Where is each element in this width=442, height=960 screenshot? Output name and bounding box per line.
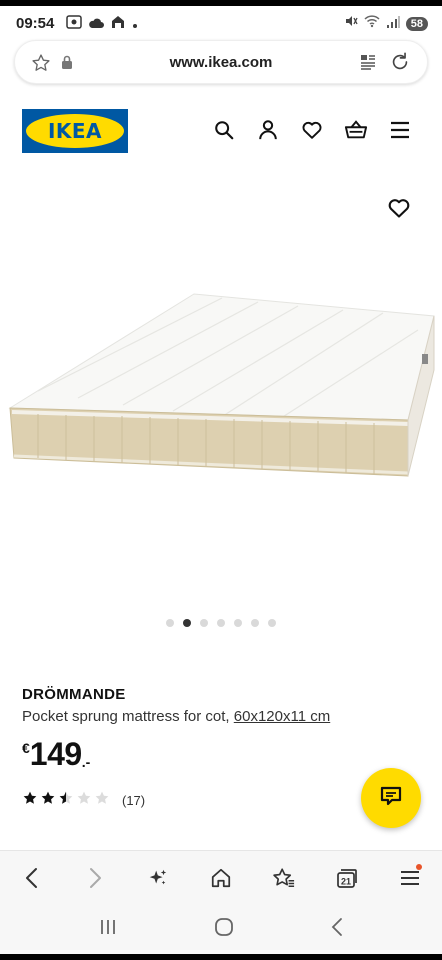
recent-apps-icon[interactable]: [98, 918, 118, 941]
forward-arrow-icon[interactable]: [79, 862, 111, 894]
carousel-dot[interactable]: [251, 619, 259, 627]
header-actions: [212, 118, 412, 142]
sparkle-assistant-icon[interactable]: [142, 862, 174, 894]
favourites-heart-icon[interactable]: [300, 118, 324, 142]
home-app-icon: [110, 15, 126, 34]
star-empty-icon: [76, 790, 92, 811]
carousel-dot[interactable]: [166, 619, 174, 627]
back-arrow-icon[interactable]: [16, 862, 48, 894]
tabs-icon[interactable]: 21: [331, 862, 363, 894]
browser-menu-icon[interactable]: [394, 862, 426, 894]
review-count[interactable]: (17): [122, 793, 145, 808]
menu-hamburger-icon[interactable]: [388, 118, 412, 142]
address-bar[interactable]: www.ikea.com: [14, 40, 428, 84]
shopping-basket-icon[interactable]: [344, 118, 368, 142]
product-rating[interactable]: (17): [22, 790, 145, 811]
tab-count: 21: [341, 876, 351, 886]
star-empty-icon: [94, 790, 110, 811]
star-full-icon: [40, 790, 56, 811]
price-suffix: .-: [81, 754, 91, 770]
status-time: 09:54: [16, 15, 55, 32]
battery-indicator: 58: [405, 16, 428, 31]
chat-button[interactable]: [361, 768, 421, 828]
product-description: Pocket sprung mattress for cot, 60x120x1…: [22, 708, 330, 725]
product-price: € 149 .-: [22, 736, 90, 773]
logo-text: IKEA: [47, 119, 103, 143]
reload-icon[interactable]: [389, 51, 411, 78]
carousel-dot[interactable]: [268, 619, 276, 627]
product-name: DRÖMMANDE: [22, 686, 126, 703]
browser-toolbar: 21: [0, 850, 442, 904]
mute-icon: [344, 14, 358, 33]
carousel-dot-active[interactable]: [183, 619, 191, 627]
dot-icon: [132, 16, 138, 34]
system-nav-bar: [0, 904, 442, 954]
status-bar: 09:54 58: [0, 6, 442, 40]
star-half-icon: [58, 790, 74, 811]
star-full-icon: [22, 790, 38, 811]
wifi-icon: [364, 14, 380, 33]
ikea-logo[interactable]: IKEA: [22, 109, 128, 153]
bottom-edge: [0, 954, 442, 960]
save-to-list-heart-icon[interactable]: [387, 196, 411, 225]
chat-bubble-icon: [379, 784, 403, 813]
search-icon[interactable]: [212, 118, 236, 142]
reader-mode-icon[interactable]: [359, 53, 377, 76]
system-back-icon[interactable]: [330, 917, 344, 942]
notification-dot: [416, 863, 423, 870]
product-description-text: Pocket sprung mattress for cot,: [22, 708, 234, 725]
carousel-dot[interactable]: [234, 619, 242, 627]
size-link[interactable]: 60x120x11 cm: [234, 708, 330, 725]
bookmarks-star-icon[interactable]: [268, 862, 300, 894]
price-currency: €: [22, 740, 30, 756]
home-button-icon[interactable]: [214, 917, 234, 942]
cloud-icon: [88, 16, 104, 34]
logo-oval: IKEA: [26, 114, 124, 148]
account-icon[interactable]: [256, 118, 280, 142]
screenshot-icon: [66, 15, 82, 34]
price-amount: 149: [29, 736, 82, 772]
image-carousel-dots[interactable]: [0, 619, 442, 627]
carousel-dot[interactable]: [217, 619, 225, 627]
home-icon[interactable]: [205, 862, 237, 894]
carousel-dot[interactable]: [200, 619, 208, 627]
signal-icon: [386, 15, 400, 33]
product-image-mattress[interactable]: [8, 290, 436, 490]
